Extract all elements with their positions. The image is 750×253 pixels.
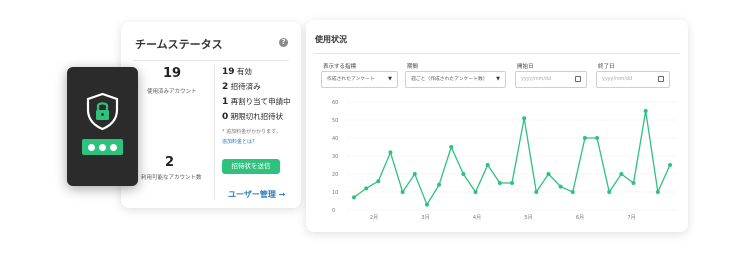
y-tick-label: 30 bbox=[332, 154, 338, 160]
user-management-link[interactable]: ユーザー管理 → bbox=[228, 189, 285, 200]
usage-card: 使用状況 表示する指標 作成されたアンケート ▼ 期間 週ごと（作成されたアンケー… bbox=[306, 20, 688, 232]
data-point bbox=[388, 150, 393, 155]
data-point bbox=[668, 163, 672, 167]
x-tick-label: 2月 bbox=[370, 215, 378, 221]
question-icon[interactable]: ? bbox=[279, 38, 288, 47]
data-point bbox=[510, 181, 514, 185]
data-point bbox=[631, 181, 636, 185]
y-tick-label: 40 bbox=[332, 136, 338, 142]
y-tick-label: 0 bbox=[332, 208, 335, 214]
data-point bbox=[461, 172, 466, 176]
extra-charge-link[interactable]: 追加料金とは？ bbox=[222, 138, 257, 145]
y-tick-label: 20 bbox=[332, 172, 338, 178]
x-tick-label: 4月 bbox=[473, 215, 481, 221]
data-point bbox=[424, 202, 429, 207]
data-point bbox=[655, 190, 660, 194]
data-point bbox=[485, 163, 490, 167]
data-point bbox=[546, 172, 551, 176]
arrow-right-icon: → bbox=[278, 190, 286, 199]
data-point bbox=[364, 186, 369, 191]
divider bbox=[133, 60, 289, 61]
data-point bbox=[534, 190, 539, 194]
shield-lock-icon bbox=[86, 93, 119, 131]
data-point bbox=[619, 172, 624, 176]
y-tick-label: 60 bbox=[332, 100, 338, 106]
x-tick-label: 5月 bbox=[524, 215, 532, 221]
y-tick-label: 10 bbox=[332, 190, 338, 196]
team-status-title: チームステータス bbox=[135, 38, 223, 51]
data-point bbox=[376, 179, 381, 184]
data-point bbox=[570, 190, 575, 194]
data-point bbox=[400, 190, 405, 194]
x-tick-label: 7月 bbox=[627, 215, 635, 221]
stat-invited: 2 招待済み bbox=[222, 82, 261, 92]
data-point bbox=[522, 116, 527, 121]
data-point bbox=[473, 190, 478, 194]
stat-reassign-pending: 1 再割り当て申請中 bbox=[222, 97, 291, 107]
available-accounts-count: 2 bbox=[165, 155, 175, 170]
used-accounts-label: 使用済みアカウント bbox=[147, 89, 197, 95]
data-point bbox=[582, 136, 587, 140]
team-status-card: チームステータス 19 使用済みアカウント 2 利用可能なアカウント数 19 有… bbox=[121, 22, 301, 208]
y-tick-label: 50 bbox=[332, 118, 338, 124]
stat-expired-invites: 0 期限切れ招待状 bbox=[222, 112, 284, 122]
data-point bbox=[497, 181, 502, 185]
stat-active: 19 有効 bbox=[222, 67, 252, 77]
available-accounts-label: 利用可能なアカウント数 bbox=[141, 175, 202, 181]
divider bbox=[214, 64, 215, 199]
x-tick-label: 3月 bbox=[421, 215, 429, 221]
send-invite-button[interactable]: 招待状を送信 bbox=[222, 159, 280, 174]
extra-charge-note: * 追加料金がかかります。 bbox=[222, 129, 281, 135]
data-point bbox=[607, 190, 612, 194]
x-tick-label: 6月 bbox=[576, 215, 584, 221]
usage-line-chart: 0 10 20 30 40 50 60 2月 3月 4月 5月 6月 7月 bbox=[332, 100, 676, 221]
data-point bbox=[558, 184, 563, 189]
device-illustration bbox=[67, 67, 138, 186]
data-point bbox=[412, 172, 417, 176]
data-point bbox=[437, 182, 442, 187]
data-point bbox=[643, 109, 648, 113]
data-point bbox=[595, 136, 600, 140]
data-point bbox=[449, 145, 454, 149]
data-point bbox=[352, 195, 356, 200]
password-dots-icon bbox=[82, 139, 123, 155]
user-management-label: ユーザー管理 bbox=[228, 190, 276, 199]
used-accounts-count: 19 bbox=[163, 66, 182, 81]
